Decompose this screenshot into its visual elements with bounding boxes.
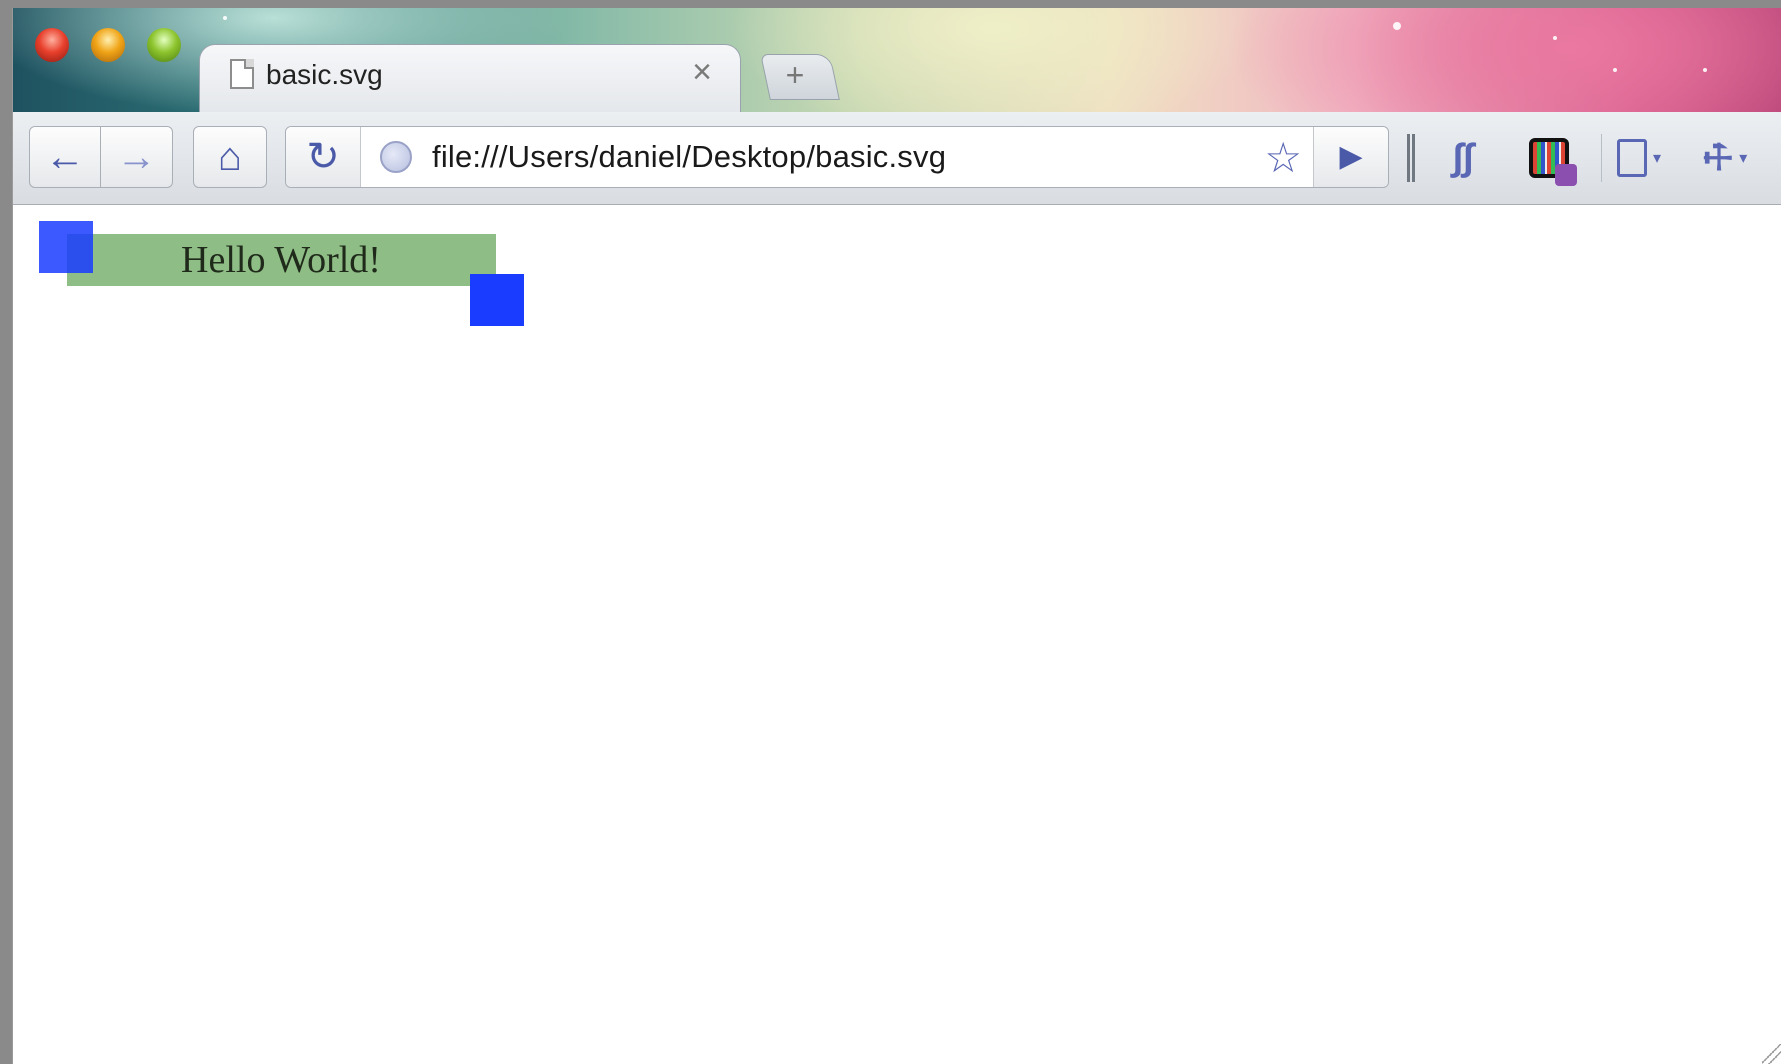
resize-handle-bottom-right[interactable] [470, 274, 524, 326]
arrow-right-icon: → [116, 135, 157, 179]
sparkle [223, 16, 227, 20]
tab-title: basic.svg [266, 59, 383, 90]
toolbar-separator [1601, 134, 1602, 182]
tab-basic-svg[interactable]: basic.svg × [199, 44, 741, 113]
chevron-down-icon: ▾ [1652, 150, 1662, 167]
resize-grip[interactable] [1762, 1044, 1781, 1064]
hello-world-text: Hello World! [181, 239, 381, 281]
tab-close-icon[interactable]: × [692, 55, 712, 89]
toolbar-divider [1407, 134, 1415, 182]
reload-icon: ↻ [306, 135, 340, 179]
sparkle [1393, 22, 1401, 30]
page-icon [1616, 139, 1647, 177]
address-bar[interactable]: ↻ file:///Users/daniel/Desktop/basic.svg… [285, 126, 1389, 188]
zoom-window-button[interactable] [147, 28, 181, 62]
color-grid-icon [1529, 138, 1577, 186]
close-window-button[interactable] [35, 28, 69, 62]
plus-icon: + [785, 57, 805, 93]
globe-icon [380, 141, 412, 173]
bookmark-star-icon[interactable]: ☆ [1264, 133, 1302, 182]
color-grid-extension-button[interactable] [1523, 134, 1577, 186]
arrow-left-icon: ← [45, 135, 85, 179]
play-icon: ▶ [1339, 140, 1363, 173]
home-icon: ⌂ [217, 135, 243, 179]
go-button[interactable]: ▶ [1313, 127, 1388, 187]
settings-menu-button[interactable]: ⚒ ▾ [1694, 134, 1751, 182]
browser-window: basic.svg × + ← → ⌂ ↻ file:///Users/dani… [12, 8, 1781, 1064]
url-text[interactable]: file:///Users/daniel/Desktop/basic.svg [432, 139, 946, 175]
sparkle [1553, 36, 1557, 40]
page-menu-button[interactable]: ▾ [1613, 134, 1665, 182]
extension-icon: ∫∫ [1452, 136, 1474, 179]
toolbar: ← → ⌂ ↻ file:///Users/daniel/Desktop/bas… [13, 112, 1781, 205]
resize-handle-top-left[interactable] [39, 221, 93, 273]
minimize-window-button[interactable] [91, 28, 125, 62]
sparkle [1613, 68, 1617, 72]
svg-document: Hello World! [39, 221, 524, 326]
new-tab-button[interactable]: + [760, 54, 840, 100]
home-button[interactable]: ⌂ [193, 126, 267, 188]
forward-button[interactable]: → [101, 126, 173, 188]
reload-button[interactable]: ↻ [286, 127, 361, 187]
title-bar: basic.svg × + [13, 8, 1781, 113]
back-button[interactable]: ← [29, 126, 101, 188]
document-icon [230, 59, 254, 89]
page-content: Hello World! [13, 205, 1781, 1064]
wrench-icon: ⚒ [1693, 133, 1743, 183]
extension-button[interactable]: ∫∫ [1437, 134, 1489, 182]
sparkle [1703, 68, 1707, 72]
